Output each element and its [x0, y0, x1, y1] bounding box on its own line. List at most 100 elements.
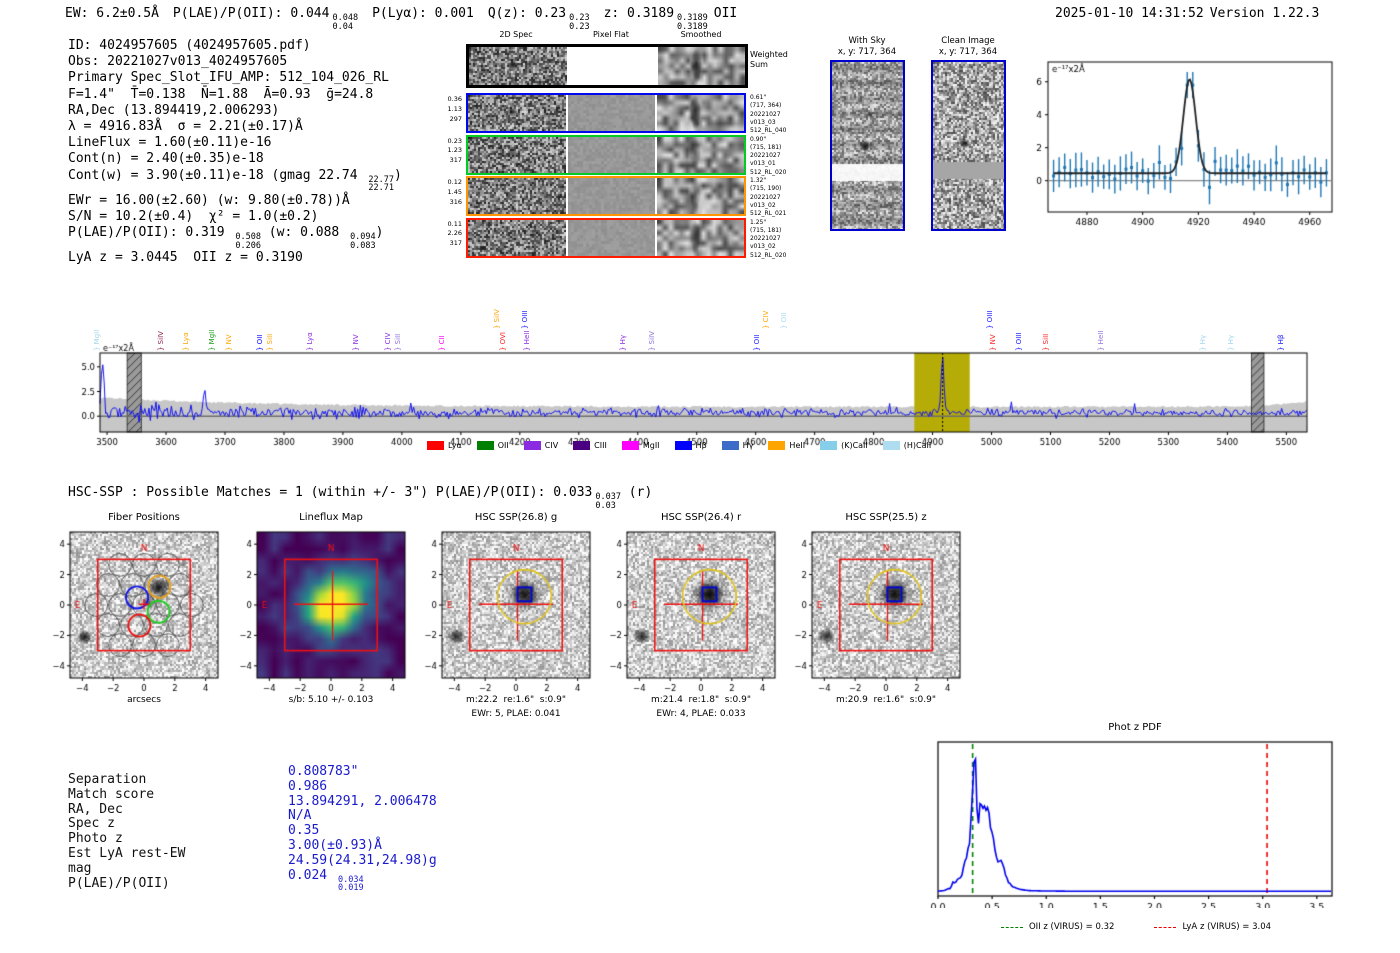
legend-swatch: [820, 441, 837, 450]
spec2d-cell-smoothed: [657, 95, 744, 131]
spec2d-row-weights: 0.112.26317: [440, 220, 462, 249]
clean-image-cutout: [931, 60, 1006, 231]
info-line: Cont(w) = 3.90(±0.11)e-18 (gmag 22.74 22…: [68, 168, 402, 193]
spec2d-row-source: 1.25"(715, 181)20221027v013_02512_RL_020: [750, 219, 786, 260]
spec2d-fiber-row: [466, 218, 746, 258]
legend-label: Lyα: [448, 441, 462, 450]
z-range: 0.31890.3189: [677, 14, 708, 31]
spec2d-cell-flat: [569, 47, 656, 85]
spectrum-legend: LyαOIICIVCIIIMgIIHβHγHeII(K)CaII(H)CaII: [427, 441, 931, 450]
legend-swatch: [524, 441, 541, 450]
spec2d-row-weights: 0.231.23317: [440, 137, 462, 166]
match-value: 13.894291, 2.006478: [288, 795, 437, 810]
spec2d-cell-flat: [568, 220, 655, 256]
legend-item: (K)CaII: [820, 441, 868, 450]
photz-title: Phot z PDF: [935, 722, 1335, 733]
cutout-canvas-lineflux: [225, 528, 413, 698]
emission-line-label: } OIII: [521, 311, 529, 329]
plae-value: P(LAE)/P(OII): 0.044: [173, 6, 330, 21]
legend-item: CIV: [524, 441, 558, 450]
sky-panel-title: With Skyx, y: 717, 364: [824, 36, 910, 57]
match-value: 0.986: [288, 780, 437, 795]
legend-label: HeII: [789, 441, 805, 450]
with-sky-cutout: [830, 60, 905, 231]
spec2d-cell-smoothed: [657, 178, 744, 214]
detection-info-block: ID: 4024957605 (4024957605.pdf)Obs: 2022…: [68, 38, 402, 266]
legend-label: (K)CaII: [841, 441, 868, 450]
spec2d-cell-smoothed: [658, 47, 745, 85]
emission-line-label: } CIV: [762, 311, 770, 329]
plya-value: P(Lyα): 0.001: [372, 6, 474, 21]
emission-line-label: } SiIV: [493, 309, 501, 329]
spec2d-row-source: 0.90"(715, 181)20221027v013_01512_RL_020: [750, 136, 786, 177]
spec2d-col-title: 2D Spec: [466, 30, 566, 39]
cutout-title: HSC SSP(26.8) g: [422, 512, 610, 523]
elixer-report-page: EW: 6.2±0.5Å P(LAE)/P(OII): 0.0440.0480.0…: [0, 0, 1400, 953]
legend-label: Hγ: [743, 441, 754, 450]
cutout-xlabel: s/b: 5.10 +/- 0.103: [237, 695, 425, 705]
spec2d-col-title: Smoothed: [655, 30, 747, 39]
cutout-canvas-img: [410, 528, 598, 698]
photz-legend-label: LyA z (VIRUS) = 3.04: [1182, 922, 1271, 932]
match-label: Spec z: [68, 817, 185, 832]
info-line: S/N = 10.2(±0.4) χ² = 1.0(±0.2): [68, 209, 402, 225]
legend-item: Hγ: [722, 441, 754, 450]
legend-label: OII: [498, 441, 509, 450]
spec2d-col-title: Pixel Flat: [567, 30, 655, 39]
spec2d-cell-spec: [469, 47, 567, 85]
line-fit-zoom-chart: [1020, 44, 1350, 236]
cutout-title: HSC SSP(26.4) r: [607, 512, 795, 523]
cutout-xlabel2: EWr: 5, PLAE: 0.041: [422, 709, 610, 719]
cutout-xlabel: m:20.9 re:1.6" s:0.9": [792, 695, 980, 705]
report-meta: 2025-01-10 14:31:52Version 1.22.3: [1055, 6, 1319, 21]
info-line: Obs: 20221027v013_4024957605: [68, 54, 402, 70]
stacked-uncertainty: 0.0940.083: [350, 233, 376, 250]
match-label: Match score: [68, 788, 185, 803]
info-line: ID: 4024957605 (4024957605.pdf): [68, 38, 402, 54]
cutout-xlabel: m:21.4 re:1.8" s:0.9": [607, 695, 795, 705]
legend-swatch: [477, 441, 494, 450]
match-label: mag: [68, 862, 185, 877]
plae-range: 0.0480.04: [332, 14, 358, 31]
spec2d-row-weights: 0.361.13297: [440, 95, 462, 124]
z-value: z: 0.3189: [604, 6, 674, 21]
spec2d-fiber-row: [466, 135, 746, 175]
photz-legend-item: OII z (VIRUS) = 0.32: [1001, 922, 1115, 932]
qz-value: Q(z): 0.23: [488, 6, 566, 21]
legend-swatch: [768, 441, 785, 450]
info-line: λ = 4916.83Å σ = 2.21(±0.17)Å: [68, 119, 402, 135]
match-value: 3.00(±0.93)Å: [288, 839, 437, 854]
match-label: P(LAE)/P(OII): [68, 877, 185, 892]
cutout-title: Lineflux Map: [237, 512, 425, 523]
match-label: RA, Dec: [68, 803, 185, 818]
spec2d-weighted-label: Weighted Sum: [750, 50, 788, 69]
match-label: Photo z: [68, 832, 185, 847]
line-classification: OII: [714, 6, 737, 21]
sky-panel-title: Clean Imagex, y: 717, 364: [924, 36, 1012, 57]
match-value: 0.808783": [288, 765, 437, 780]
match-label: Separation: [68, 773, 185, 788]
spec2d-cell-flat: [568, 137, 655, 173]
header-summary: EW: 6.2±0.5Å P(LAE)/P(OII): 0.0440.0480.0…: [65, 6, 737, 31]
match-table-values: 0.808783"0.98613.894291, 2.006478N/A0.35…: [288, 765, 437, 893]
dashed-line-swatch: [1001, 927, 1023, 928]
spec2d-cell-spec: [468, 95, 566, 131]
spec2d-cell-spec: [468, 220, 566, 256]
stacked-uncertainty: 0.5080.206: [235, 233, 261, 250]
legend-item: CIII: [573, 441, 607, 450]
legend-item: (H)CaII: [883, 441, 931, 450]
spec2d-weighted-row: [466, 44, 748, 88]
dashed-line-swatch: [1154, 927, 1176, 928]
info-line: LineFlux = 1.60(±0.11)e-16: [68, 135, 402, 151]
ew-value: EW: 6.2±0.5Å: [65, 6, 159, 21]
info-line: RA,Dec (13.894419,2.006293): [68, 103, 402, 119]
stacked-uncertainty: 22.7722.71: [368, 176, 394, 193]
match-value: 0.35: [288, 824, 437, 839]
spec2d-cell-smoothed: [657, 220, 744, 256]
info-line: EWr = 16.00(±2.60) (w: 9.80(±0.78))Å: [68, 193, 402, 209]
spec2d-row-source: 1.32"(715, 190)20221027v013_02512_RL_021: [750, 177, 786, 218]
legend-label: (H)CaII: [904, 441, 931, 450]
hsc-match-line: HSC-SSP : Possible Matches = 1 (within +…: [68, 485, 652, 510]
hsc-plae-range: 0.0370.03: [595, 493, 621, 510]
spec2d-row-source: 0.61"(717, 364)20221027v013_03512_RL_040: [750, 94, 786, 135]
